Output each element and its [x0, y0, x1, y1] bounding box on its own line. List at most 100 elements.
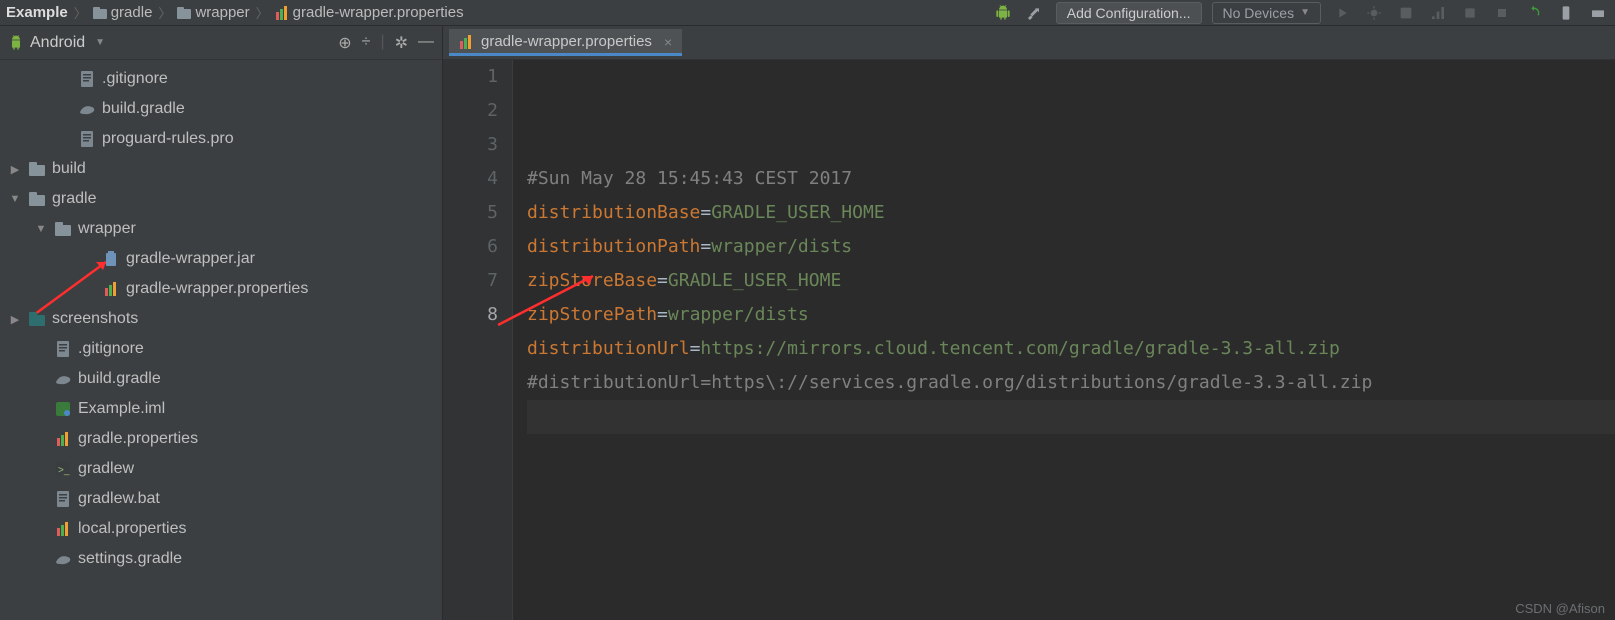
tree-node[interactable]: ▶>_gradlew [0, 454, 442, 484]
profiler-icon[interactable] [1427, 2, 1449, 24]
toolbar-right: Add Configuration... No Devices ▼ [992, 2, 1609, 24]
expand-arrow-icon[interactable]: ▼ [8, 193, 22, 205]
hide-icon[interactable]: — [418, 33, 434, 53]
project-tool-window: Android ▼ ⊕ ÷ | ✲ — ▶.gitignore▶build.gr… [0, 26, 443, 620]
tree-node-label: wrapper [78, 220, 136, 238]
tree-node[interactable]: ▶gradle-wrapper.properties [0, 274, 442, 304]
chevron-right-icon: 〉 [256, 3, 269, 22]
iml-icon [54, 402, 72, 416]
device-selector[interactable]: No Devices ▼ [1212, 2, 1322, 24]
properties-file-icon [275, 6, 289, 20]
line-number: 5 [443, 196, 498, 230]
tree-node[interactable]: ▶build.gradle [0, 94, 442, 124]
tree-node[interactable]: ▶local.properties [0, 514, 442, 544]
chevron-down-icon: ▼ [95, 37, 105, 48]
tree-node[interactable]: ▶gradle.properties [0, 424, 442, 454]
add-configuration-button[interactable]: Add Configuration... [1056, 2, 1202, 24]
close-icon[interactable]: × [664, 34, 672, 50]
tree-node-label: gradle-wrapper.jar [126, 250, 255, 268]
props-icon [54, 432, 72, 446]
chevron-right-icon: 〉 [158, 3, 171, 22]
code-line[interactable]: zipStorePath=wrapper/dists [527, 298, 1615, 332]
select-opened-file-icon[interactable]: ⊕ [338, 33, 351, 53]
gradle-icon [54, 372, 72, 386]
tree-node[interactable]: ▶settings.gradle [0, 544, 442, 574]
folder-icon [93, 7, 107, 19]
tree-node-label: gradlew [78, 460, 134, 478]
tree-node[interactable]: ▶.gitignore [0, 334, 442, 364]
android-icon [8, 35, 24, 51]
tree-node-label: .gitignore [78, 340, 144, 358]
attach-icon[interactable] [1459, 2, 1481, 24]
tree-node-label: gradle-wrapper.properties [126, 280, 308, 298]
svg-text:>_: >_ [58, 465, 70, 476]
editor-tab-active[interactable]: gradle-wrapper.properties × [449, 29, 682, 56]
breadcrumb-file[interactable]: gradle-wrapper.properties [275, 4, 464, 21]
code-line[interactable]: zipStoreBase=GRADLE_USER_HOME [527, 264, 1615, 298]
expand-arrow-icon[interactable]: ▶ [8, 313, 22, 326]
tree-node[interactable]: ▶build.gradle [0, 364, 442, 394]
line-number: 3 [443, 128, 498, 162]
tree-node-label: proguard-rules.pro [102, 130, 234, 148]
file-icon [78, 131, 96, 147]
tree-node-label: gradle.properties [78, 430, 198, 448]
breadcrumb-item[interactable]: wrapper [177, 4, 249, 21]
tree-node-label: build.gradle [102, 100, 185, 118]
code-line[interactable]: #Sun May 28 15:45:43 CEST 2017 [527, 162, 1615, 196]
tree-node[interactable]: ▼ wrapper [0, 214, 442, 244]
sdk-icon[interactable] [1587, 2, 1609, 24]
file-icon [54, 341, 72, 357]
properties-file-icon [459, 35, 473, 49]
tree-node[interactable]: ▶proguard-rules.pro [0, 124, 442, 154]
folder-icon [28, 192, 46, 206]
editor-tabs: gradle-wrapper.properties × [443, 26, 1615, 60]
line-number: 2 [443, 94, 498, 128]
props-icon [102, 282, 120, 296]
hammer-icon[interactable] [1024, 2, 1046, 24]
tree-node[interactable]: ▶gradlew.bat [0, 484, 442, 514]
debug-icon[interactable] [1363, 2, 1385, 24]
code-editor[interactable]: 12345678 #Sun May 28 15:45:43 CEST 2017d… [443, 60, 1615, 620]
expand-arrow-icon[interactable]: ▼ [34, 223, 48, 235]
code-line[interactable] [527, 400, 1615, 434]
avd-icon[interactable] [1555, 2, 1577, 24]
stop-icon[interactable] [1491, 2, 1513, 24]
tree-node-label: build [52, 160, 86, 178]
gradle-icon [78, 102, 96, 116]
code-line[interactable]: distributionPath=wrapper/dists [527, 230, 1615, 264]
tree-node[interactable]: ▶Example.iml [0, 394, 442, 424]
gear-icon[interactable]: ✲ [395, 33, 408, 53]
code-content[interactable]: #Sun May 28 15:45:43 CEST 2017distributi… [513, 60, 1615, 620]
tree-node-label: Example.iml [78, 400, 165, 418]
code-line[interactable]: #distributionUrl=https\://services.gradl… [527, 366, 1615, 400]
tree-node[interactable]: ▶.gitignore [0, 64, 442, 94]
chevron-right-icon: 〉 [74, 3, 87, 22]
project-view-header: Android ▼ ⊕ ÷ | ✲ — [0, 26, 442, 60]
sync-icon[interactable] [1523, 2, 1545, 24]
tree-node[interactable]: ▶ build [0, 154, 442, 184]
code-line[interactable]: distributionBase=GRADLE_USER_HOME [527, 196, 1615, 230]
collapse-all-icon[interactable]: ÷ [362, 33, 371, 53]
project-view-selector[interactable]: Android ▼ [8, 34, 330, 52]
editor-area: gradle-wrapper.properties × 12345678 #Su… [443, 26, 1615, 620]
project-tree[interactable]: ▶.gitignore▶build.gradle▶proguard-rules.… [0, 60, 442, 620]
tree-node[interactable]: ▼gradle [0, 184, 442, 214]
tree-node[interactable]: ▶gradle-wrapper.jar [0, 244, 442, 274]
breadcrumb-root[interactable]: Example [6, 4, 68, 21]
run-icon[interactable] [1331, 2, 1353, 24]
line-number: 1 [443, 60, 498, 94]
breadcrumb: Example 〉 gradle 〉 wrapper 〉 gradle-wrap… [6, 3, 986, 22]
coverage-icon[interactable] [1395, 2, 1417, 24]
file-icon [54, 491, 72, 507]
expand-arrow-icon[interactable]: ▶ [8, 163, 22, 176]
android-icon[interactable] [992, 2, 1014, 24]
tree-node-label: gradlew.bat [78, 490, 160, 508]
gutter: 12345678 [443, 60, 513, 620]
folder-icon [177, 7, 191, 19]
code-line[interactable]: distributionUrl=https://mirrors.cloud.te… [527, 332, 1615, 366]
tree-node-label: build.gradle [78, 370, 161, 388]
tree-node-label: local.properties [78, 520, 187, 538]
breadcrumb-item[interactable]: gradle [93, 4, 153, 21]
props-icon [54, 522, 72, 536]
tree-node[interactable]: ▶screenshots [0, 304, 442, 334]
